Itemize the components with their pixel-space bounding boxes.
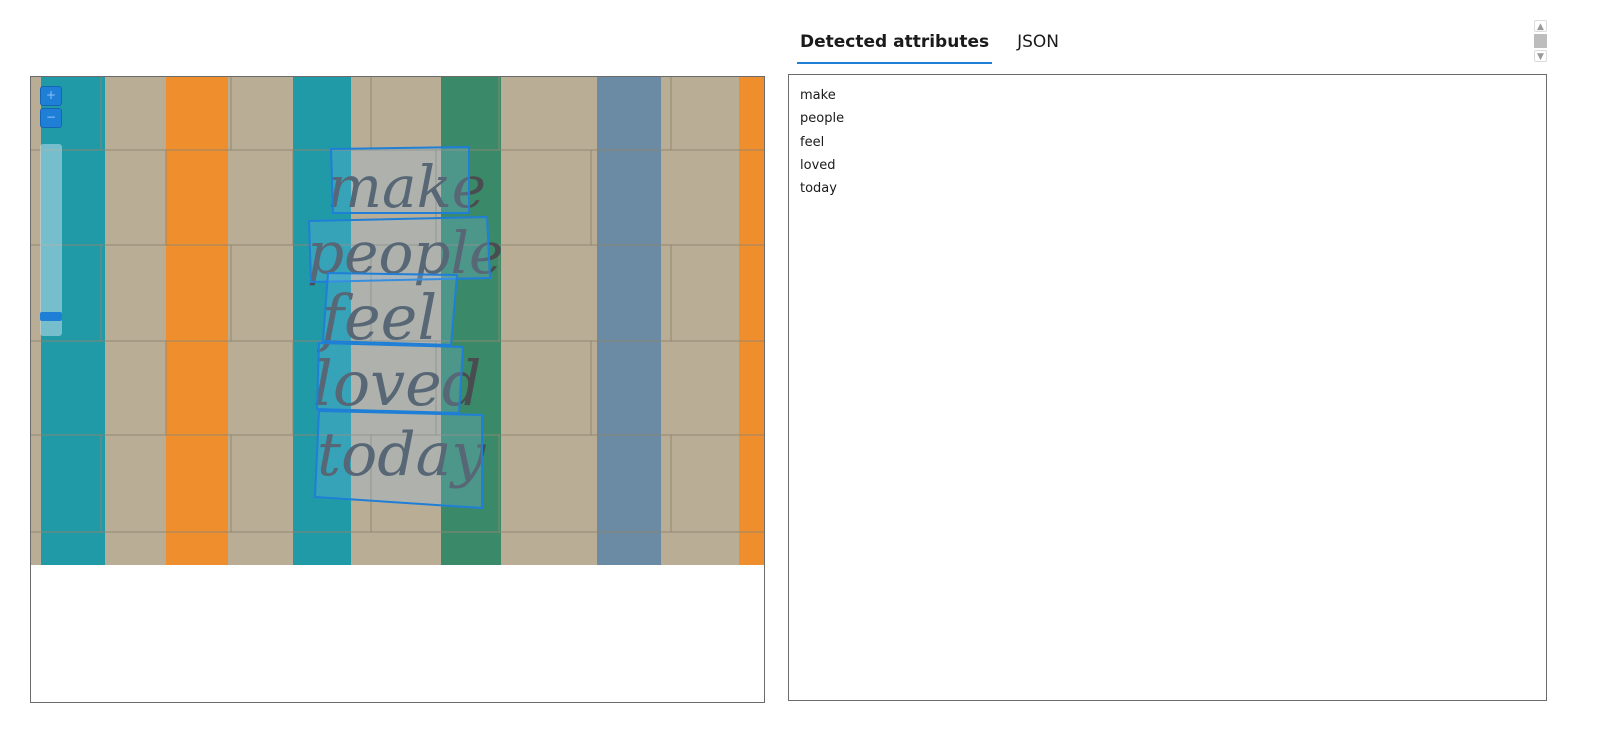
detection-box (315, 341, 465, 415)
zoom-slider-thumb[interactable] (40, 312, 62, 321)
result-tabs: Detected attributes JSON (797, 28, 1084, 64)
detection-box (329, 145, 470, 214)
detection-box (321, 271, 459, 347)
zoom-out-button[interactable]: − (40, 108, 62, 128)
zoom-control: + − (40, 86, 62, 336)
attribute-item: people (800, 111, 845, 127)
tab-scrollbar[interactable]: ▲ ▼ (1534, 20, 1547, 62)
chevron-up-icon[interactable]: ▲ (1534, 20, 1547, 32)
attribute-item: loved (800, 157, 836, 173)
image-viewer[interactable]: make people feel loved today + − (30, 76, 765, 703)
attribute-item: today (800, 181, 837, 197)
tab-json[interactable]: JSON (1014, 28, 1062, 64)
attribute-item: make (800, 88, 836, 103)
attributes-panel: make people feel loved today (788, 74, 1547, 701)
tab-detected-attributes[interactable]: Detected attributes (797, 28, 993, 64)
attribute-item: feel (800, 134, 825, 150)
zoom-in-button[interactable]: + (40, 86, 62, 106)
analyzed-image: make people feel loved today (31, 77, 764, 565)
scrollbar-thumb[interactable] (1534, 34, 1547, 48)
detection-box (313, 409, 483, 510)
zoom-slider[interactable] (40, 144, 62, 336)
chevron-down-icon[interactable]: ▼ (1534, 50, 1547, 62)
